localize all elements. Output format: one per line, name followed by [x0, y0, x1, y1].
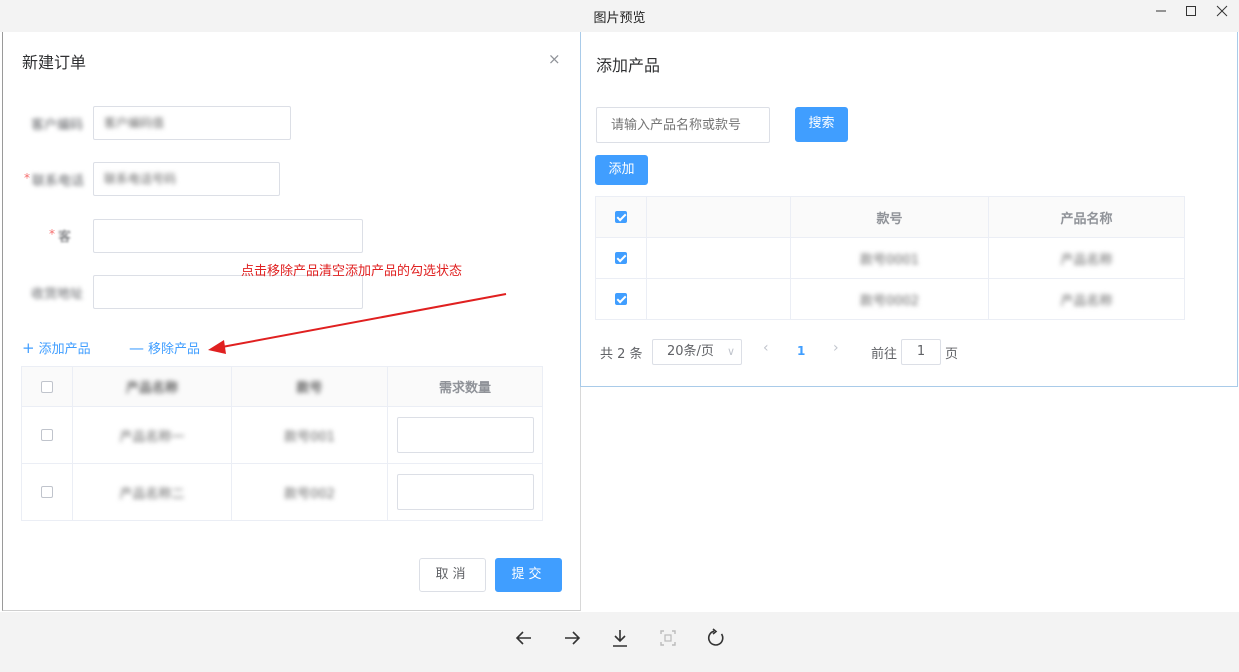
goto-page-input[interactable]: 1	[901, 339, 941, 365]
phone-input[interactable]: 联系电话号码	[93, 162, 280, 196]
select-all-cell[interactable]	[21, 366, 73, 407]
select-all-checkbox[interactable]	[41, 380, 53, 393]
column-header: 需求数量	[387, 366, 543, 407]
product-list-table: 款号 产品名称 款号0001 产品名称 款号0002 产品名称	[595, 196, 1185, 320]
table-row: 款号0001 产品名称	[595, 237, 1185, 279]
column-header	[646, 196, 791, 238]
row-checkbox[interactable]	[41, 429, 53, 441]
cancel-button[interactable]: 取消	[419, 558, 486, 592]
column-header: 款号	[231, 366, 388, 407]
previous-button[interactable]	[511, 628, 537, 654]
field-label-customer: 客	[58, 230, 72, 245]
maximize-button[interactable]	[1180, 4, 1202, 22]
required-mark: *	[24, 171, 30, 185]
chevron-down-icon: ∨	[726, 345, 735, 358]
goto-prefix: 前往	[871, 347, 898, 362]
customer-code-input[interactable]: 客户编码值	[93, 106, 291, 140]
product-name-cell: 产品名称	[1060, 293, 1113, 309]
dialog-title: 添加产品	[596, 56, 661, 75]
image-viewer-toolbar	[0, 612, 1239, 672]
add-button[interactable]: 添加	[595, 155, 648, 185]
product-search-input[interactable]	[596, 107, 770, 143]
product-code-cell: 款号002	[284, 486, 335, 502]
next-page-icon[interactable]: ›	[833, 340, 839, 356]
row-checkbox[interactable]	[615, 252, 627, 264]
close-icon	[1216, 5, 1228, 17]
selected-products-table: 产品名称 款号 需求数量 产品名称一 款号001 产品名称二 款号002	[21, 366, 543, 521]
search-button[interactable]: 搜索	[795, 107, 848, 142]
add-product-label: 添加产品	[38, 342, 91, 357]
arrow-left-icon	[515, 631, 531, 645]
pager-total: 共 2 条	[600, 347, 643, 362]
current-page[interactable]: 1	[797, 344, 805, 358]
select-all-checkbox[interactable]	[615, 211, 627, 223]
column-header: 产品名称	[72, 366, 232, 407]
product-name-cell: 产品名称二	[119, 486, 185, 502]
product-code-cell: 款号0001	[859, 252, 920, 268]
rotate-icon	[707, 628, 724, 646]
submit-button[interactable]: 提交	[495, 558, 562, 592]
column-header: 产品名称	[988, 196, 1185, 238]
product-name-cell: 产品名称一	[119, 429, 185, 445]
field-label-phone: 联系电话	[32, 174, 85, 189]
customer-input[interactable]	[93, 219, 363, 253]
minus-icon: —	[129, 339, 144, 357]
window-title: 图片预览	[593, 11, 646, 26]
product-code-cell: 款号001	[284, 429, 335, 445]
remove-product-label: 移除产品	[148, 342, 201, 357]
plus-icon: +	[22, 339, 35, 357]
fit-screen-button[interactable]	[655, 628, 681, 654]
window-titlebar: 图片预览	[0, 0, 1239, 32]
row-checkbox[interactable]	[615, 293, 627, 305]
annotation-text: 点击移除产品清空添加产品的勾选状态	[241, 264, 463, 279]
dialog-title: 新建订单	[22, 53, 87, 72]
page-size-value: 20条/页	[667, 344, 714, 359]
quantity-input[interactable]	[396, 417, 534, 453]
annotation-arrow	[208, 293, 507, 354]
column-header: 款号	[790, 196, 989, 238]
goto-suffix: 页	[945, 347, 959, 362]
phone-value: 联系电话号码	[104, 172, 177, 186]
prev-page-icon[interactable]: ‹	[763, 340, 769, 356]
add-product-dialog: 添加产品 搜索 添加 款号 产品名称 款号0001 产品名称 款号0002 产品…	[580, 32, 1238, 387]
close-window-button[interactable]	[1211, 4, 1233, 22]
download-icon	[613, 630, 627, 647]
table-row: 款号0002 产品名称	[595, 278, 1185, 320]
field-label-address: 收货地址	[31, 287, 84, 302]
select-all-cell[interactable]	[595, 196, 647, 238]
quantity-input[interactable]	[396, 474, 534, 510]
download-button[interactable]	[607, 628, 633, 654]
table-row: 产品名称二 款号002	[21, 463, 543, 521]
row-checkbox[interactable]	[41, 486, 53, 498]
add-product-link[interactable]: + 添加产品	[22, 338, 91, 357]
product-name-cell: 产品名称	[1060, 252, 1113, 268]
minimize-button[interactable]	[1150, 4, 1172, 22]
page-size-select[interactable]: 20条/页 ∨	[652, 339, 742, 365]
rotate-button[interactable]	[703, 628, 729, 654]
minimize-icon	[1156, 10, 1166, 12]
table-row: 产品名称一 款号001	[21, 406, 543, 464]
fit-screen-icon	[660, 630, 676, 646]
maximize-icon	[1186, 6, 1196, 16]
remove-product-link[interactable]: — 移除产品	[129, 338, 200, 357]
field-label-customer-code: 客户编码	[31, 118, 84, 133]
product-code-cell: 款号0002	[859, 293, 920, 309]
dialog-close-icon[interactable]: ×	[548, 50, 561, 68]
customer-code-value: 客户编码值	[104, 116, 165, 130]
required-mark: *	[49, 227, 55, 241]
next-button[interactable]	[559, 628, 585, 654]
arrow-right-icon	[565, 631, 581, 645]
